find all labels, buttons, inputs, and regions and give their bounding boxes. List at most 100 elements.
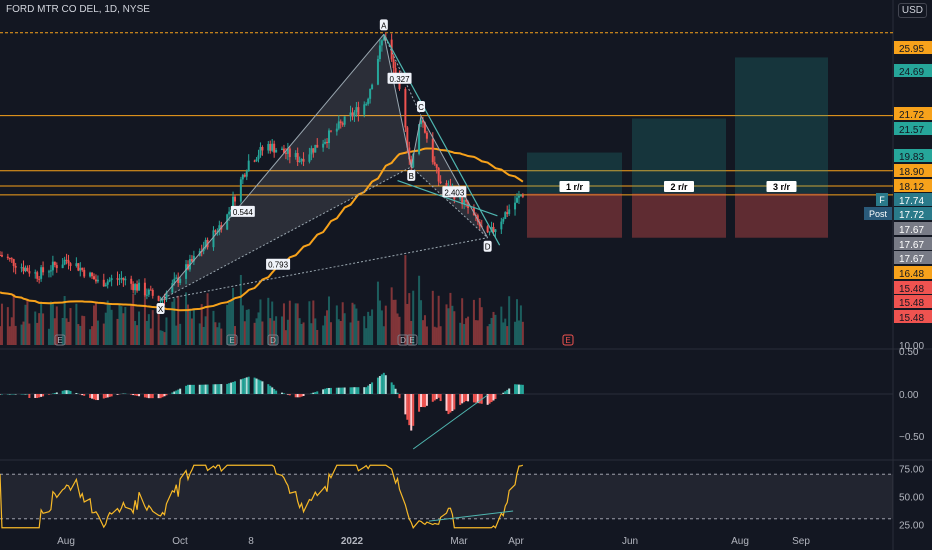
volume-bar — [151, 310, 154, 345]
momentum-bar — [390, 382, 393, 394]
candle-body — [93, 276, 95, 280]
volume-bar — [363, 316, 366, 345]
volume-bar — [10, 317, 13, 345]
volume-bar — [147, 314, 150, 345]
rr-label: 3 r/r — [773, 182, 791, 192]
volume-bar — [517, 320, 520, 345]
volume-bar — [190, 318, 193, 345]
volume-bar — [26, 299, 29, 345]
volume-bar — [89, 329, 92, 345]
volume-bar — [122, 313, 125, 345]
chart-canvas[interactable]: 1 r/r 2 r/r 3 r/r X A B C D 0.327 2.403 0.544 0.793… — [0, 0, 932, 550]
volume-bar — [310, 323, 313, 345]
momentum-bar — [6, 394, 9, 395]
candle-body — [310, 148, 313, 155]
volume-bar — [42, 313, 45, 345]
candle-body — [0, 254, 1, 256]
volume-bar — [0, 303, 3, 345]
volume-bar — [34, 311, 37, 345]
volume-bar — [218, 322, 221, 345]
momentum-bar — [422, 394, 424, 408]
candle-body — [81, 267, 84, 270]
momentum-bar — [55, 392, 58, 394]
volume-bar — [480, 307, 483, 345]
volume-bar — [93, 305, 95, 345]
momentum-bar — [376, 377, 379, 394]
candle-body — [53, 261, 56, 266]
momentum-bar — [165, 394, 168, 396]
momentum-bar — [459, 394, 462, 405]
volume-bar — [214, 322, 217, 345]
candle-body — [351, 112, 354, 117]
volume-bar — [339, 320, 342, 345]
candle-body — [439, 181, 442, 184]
candle-body — [326, 141, 329, 144]
volume-bar — [431, 290, 434, 345]
pattern-point-label: A — [381, 21, 387, 30]
volume-bar — [439, 326, 442, 345]
volume-bar — [284, 330, 287, 345]
volume-bar — [20, 324, 23, 345]
volume-bar — [519, 305, 522, 345]
price-label: 15.48 — [899, 298, 924, 309]
momentum-bar — [206, 384, 209, 394]
volume-bar — [257, 312, 260, 345]
momentum-bar — [328, 387, 330, 394]
volume-bar — [433, 326, 436, 345]
volume-bar — [355, 308, 358, 345]
currency-button[interactable]: USD — [897, 3, 927, 18]
candle-body — [284, 152, 287, 154]
momentum-bar — [351, 387, 354, 394]
momentum-bar — [506, 389, 509, 394]
momentum-bar — [267, 384, 270, 394]
candle-body — [253, 160, 256, 162]
candle-body — [14, 265, 17, 268]
candle-body — [521, 195, 524, 197]
volume-bar — [206, 293, 209, 345]
volume-bar — [130, 304, 133, 345]
time-axis-tick: Sep — [792, 536, 810, 547]
momentum-bar — [433, 394, 436, 401]
momentum-bar — [463, 394, 466, 403]
volume-bar — [384, 305, 387, 345]
volume-bar — [185, 292, 188, 345]
momentum-bar — [494, 394, 497, 399]
candle-body — [494, 229, 497, 232]
price-label: 25.95 — [899, 44, 924, 55]
momentum-bar — [161, 394, 164, 398]
momentum-bar — [214, 384, 217, 394]
candle-body — [106, 281, 109, 285]
candle-body — [42, 267, 45, 273]
momentum-bar — [108, 394, 111, 397]
candle-body — [339, 121, 342, 124]
candle-body — [255, 159, 258, 162]
momentum-bar — [404, 394, 407, 415]
momentum-bar — [204, 384, 207, 394]
candle-body — [91, 272, 94, 277]
momentum-bar — [8, 394, 11, 395]
pattern-point-label: D — [485, 243, 491, 252]
volume-bar — [67, 321, 70, 345]
ratio-label: 0.793 — [268, 261, 289, 270]
volume-bar — [343, 313, 346, 345]
volume-bar — [502, 322, 505, 345]
candle-body — [34, 272, 37, 274]
momentum-bar — [216, 384, 219, 394]
volume-bar — [177, 295, 180, 345]
volume-bar — [261, 321, 264, 345]
candle-body — [269, 143, 272, 151]
candle-body — [328, 130, 330, 144]
candle-body — [516, 197, 518, 203]
volume-bar — [124, 307, 127, 345]
momentum-bar — [220, 384, 223, 394]
volume-bar — [459, 322, 462, 345]
volume-bar — [22, 321, 25, 345]
volume-bar — [198, 323, 201, 345]
momentum-axis-tick: 0.00 — [899, 390, 919, 401]
time-axis-tick: Jun — [622, 536, 638, 547]
momentum-bar — [228, 383, 231, 394]
volume-bar — [40, 303, 43, 345]
volume-bar — [437, 295, 440, 345]
candle-body — [67, 260, 70, 264]
volume-bar — [508, 296, 511, 345]
